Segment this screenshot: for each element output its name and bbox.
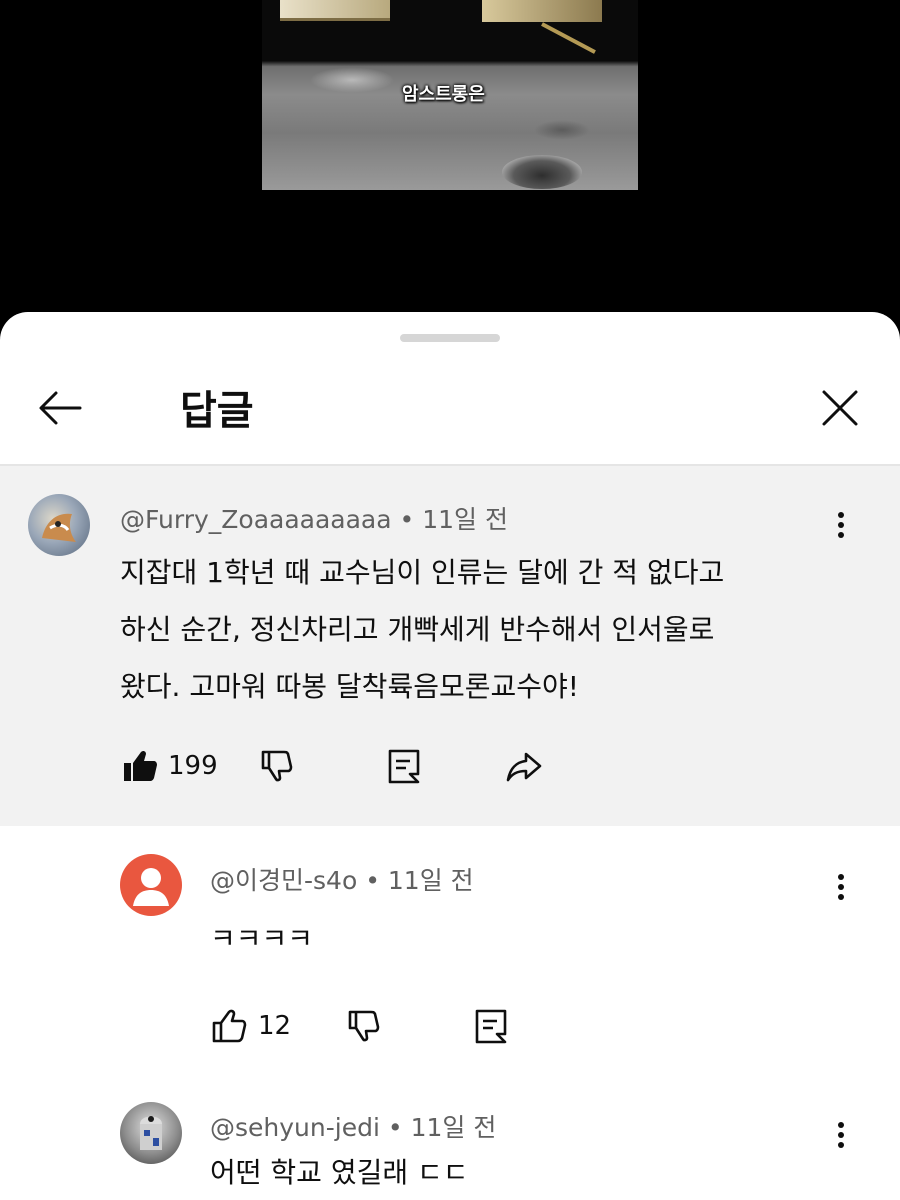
avatar[interactable]	[28, 494, 90, 556]
reply-comment: @이경민-s4o • 11일 전 ㅋㅋㅋㅋ 12	[0, 826, 900, 1076]
comment-text: 지잡대 1학년 때 교수님이 인류는 달에 간 적 없다고 하신 순간, 정신차…	[120, 544, 724, 715]
comment-line: 하신 순간, 정신차리고 개빡세게 반수해서 인서울로	[120, 613, 715, 646]
video-frame-moon-surface: 암스트롱은	[262, 0, 638, 190]
thumbs-down-icon	[261, 750, 292, 782]
meta-separator: •	[399, 505, 423, 534]
like-button[interactable]: 12	[210, 1006, 291, 1046]
robot-avatar-icon	[140, 1116, 162, 1150]
comment-author[interactable]: @이경민-s4o	[210, 866, 357, 895]
comment-author[interactable]: @Furry_Zoaaaaaaaaa	[120, 505, 392, 534]
close-icon	[822, 390, 858, 426]
arrow-left-icon	[39, 391, 82, 425]
fox-character-avatar-icon	[42, 513, 76, 542]
comment-meta: @sehyun-jedi • 11일 전	[210, 1108, 496, 1144]
more-options-button[interactable]	[826, 508, 856, 548]
reply-button[interactable]	[471, 1006, 511, 1046]
share-arrow-icon	[506, 752, 541, 782]
avatar[interactable]	[120, 1102, 182, 1164]
replies-header: 답글	[0, 352, 900, 464]
lunar-module-leg	[541, 22, 596, 54]
crater-image	[502, 155, 582, 189]
meta-separator: •	[365, 866, 388, 895]
dislike-button[interactable]	[345, 1006, 385, 1046]
comment-time: 11일 전	[387, 866, 474, 895]
replies-sheet: 답글 @Furry_Zoaaaaaaaaa • 11일 전 지잡대 1학년 때 …	[0, 312, 900, 1200]
drag-handle[interactable]	[400, 334, 500, 342]
more-vert-icon	[838, 874, 844, 880]
reply-button[interactable]	[384, 746, 424, 786]
meta-separator: •	[387, 1113, 411, 1142]
thumbs-up-icon	[212, 1009, 247, 1043]
close-button[interactable]	[812, 380, 868, 436]
comment-meta: @Furry_Zoaaaaaaaaa • 11일 전	[120, 500, 508, 536]
page-title: 답글	[180, 388, 254, 434]
comment-line: 지잡대 1학년 때 교수님이 인류는 달에 간 적 없다고	[120, 556, 725, 589]
thumbs-up-filled-icon	[124, 750, 157, 781]
comment-meta: @이경민-s4o • 11일 전	[210, 861, 474, 897]
video-caption: 암스트롱은	[402, 84, 485, 105]
lunar-module-image	[280, 0, 390, 21]
back-button[interactable]	[32, 380, 88, 436]
comment-time: 11일 전	[410, 1113, 497, 1142]
reply-comment: @sehyun-jedi • 11일 전 어떤 학교 였길래 ㄷㄷ	[0, 1076, 900, 1200]
default-user-icon	[133, 868, 169, 906]
lunar-module-image-right	[482, 0, 602, 22]
comment-actions: 199	[120, 746, 544, 786]
like-count: 12	[258, 1011, 292, 1041]
comment-author[interactable]: @sehyun-jedi	[210, 1113, 380, 1142]
video-player[interactable]: 암스트롱은	[0, 0, 900, 340]
dislike-button[interactable]	[258, 746, 298, 786]
comment-text: 어떤 학교 였길래 ㄷㄷ	[210, 1156, 469, 1189]
more-options-button[interactable]	[826, 1118, 856, 1158]
comment-time: 11일 전	[422, 505, 508, 534]
more-vert-icon	[838, 1122, 844, 1128]
thumbs-down-icon	[348, 1010, 380, 1042]
parent-comment: @Furry_Zoaaaaaaaaa • 11일 전 지잡대 1학년 때 교수님…	[0, 466, 900, 826]
more-options-button[interactable]	[826, 870, 856, 910]
reply-comment-icon	[475, 1009, 507, 1044]
like-button[interactable]: 199	[120, 746, 218, 786]
avatar[interactable]	[120, 854, 182, 916]
comment-text: ㅋㅋㅋㅋ	[210, 922, 314, 955]
comment-actions: 12	[210, 1006, 511, 1046]
share-button[interactable]	[504, 746, 544, 786]
comment-line: 왔다. 고마워 따봉 달착륙음모론교수야!	[120, 670, 579, 703]
more-vert-icon	[838, 512, 844, 518]
reply-comment-icon	[388, 749, 419, 784]
like-count: 199	[168, 751, 218, 781]
